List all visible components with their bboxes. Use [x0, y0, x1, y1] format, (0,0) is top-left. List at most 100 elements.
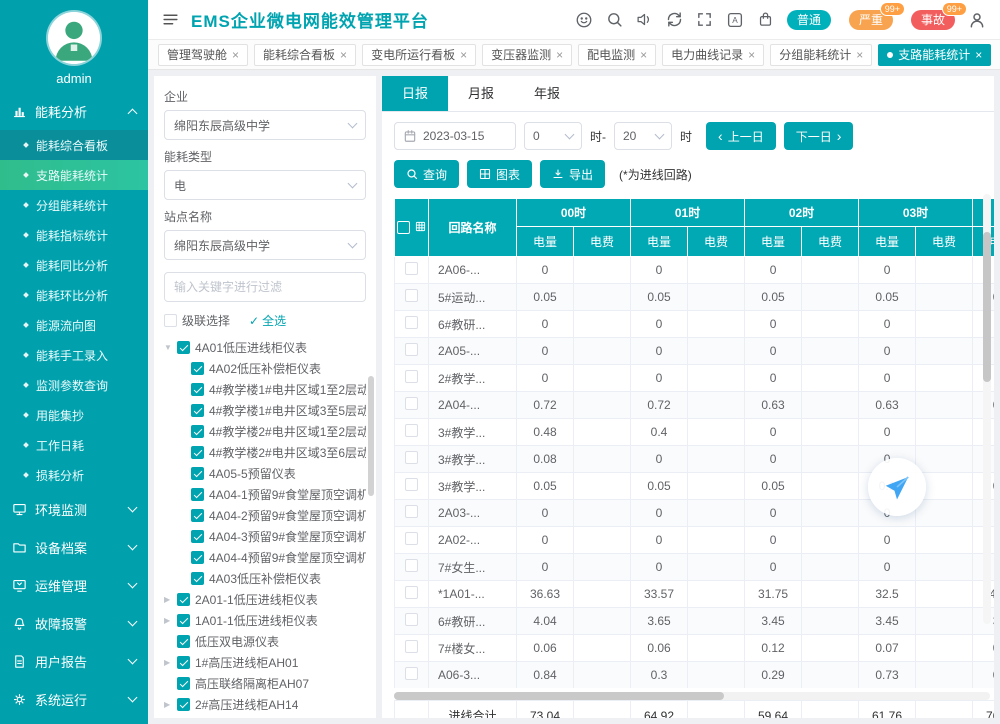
- tree-node[interactable]: 4A04-3预留9#食堂屋顶空调机组仪表: [164, 526, 366, 547]
- sidebar-item[interactable]: 能耗同比分析: [0, 250, 148, 280]
- table-row[interactable]: 3#教学...0.480.4000: [395, 419, 995, 446]
- tree-node[interactable]: ▶1A01-1低压进线柜仪表: [164, 610, 366, 631]
- tree-node[interactable]: ▶2A01-1低压进线柜仪表: [164, 589, 366, 610]
- date-picker[interactable]: 2023-03-15: [394, 122, 516, 150]
- tab-close-icon[interactable]: ×: [856, 48, 863, 62]
- tree-checkbox[interactable]: [191, 530, 204, 543]
- sub-column-header[interactable]: 电量: [745, 227, 802, 257]
- sidebar-item[interactable]: 用能集抄: [0, 400, 148, 430]
- tab-close-icon[interactable]: ×: [640, 48, 647, 62]
- tree-checkbox[interactable]: [177, 614, 190, 627]
- caret-down-icon[interactable]: ▼: [164, 343, 177, 352]
- filter-panel-scrollbar[interactable]: [368, 376, 374, 716]
- report-tab[interactable]: 年报: [514, 76, 580, 111]
- table-row[interactable]: A06-3...0.840.30.290.730.7: [395, 662, 995, 689]
- horizontal-scrollbar[interactable]: [394, 692, 990, 700]
- tree-checkbox[interactable]: [177, 341, 190, 354]
- sub-column-header[interactable]: 电量: [631, 227, 688, 257]
- row-checkbox[interactable]: [405, 397, 418, 410]
- sidebar-section[interactable]: 能耗分析: [0, 92, 148, 130]
- row-checkbox[interactable]: [405, 505, 418, 518]
- caret-right-icon[interactable]: ▶: [164, 595, 177, 604]
- query-button[interactable]: 查询: [394, 160, 459, 188]
- user-icon[interactable]: [968, 11, 986, 29]
- tree-node[interactable]: 4A02低压补偿柜仪表: [164, 358, 366, 379]
- tree-checkbox[interactable]: [191, 362, 204, 375]
- sidebar-item[interactable]: 支路能耗统计: [0, 160, 148, 190]
- prev-day-button[interactable]: ‹ 上一日: [706, 122, 776, 150]
- caret-right-icon[interactable]: ▶: [164, 658, 177, 667]
- sub-column-header[interactable]: 电费: [574, 227, 631, 257]
- table-row[interactable]: 7#楼女...0.060.060.120.070.0: [395, 635, 995, 662]
- table-row[interactable]: 2A05-...00000: [395, 338, 995, 365]
- row-checkbox[interactable]: [405, 289, 418, 302]
- row-checkbox[interactable]: [405, 343, 418, 356]
- volume-icon[interactable]: [636, 11, 653, 28]
- tree-checkbox[interactable]: [177, 677, 190, 690]
- row-checkbox[interactable]: [405, 667, 418, 680]
- sidebar-item[interactable]: 工作日耗: [0, 430, 148, 460]
- tree-node[interactable]: 低压双电源仪表: [164, 631, 366, 652]
- hour-group-header[interactable]: 01时: [631, 199, 745, 227]
- hour-to-select[interactable]: 20: [614, 122, 672, 150]
- sub-column-header[interactable]: 电费: [916, 227, 973, 257]
- row-checkbox[interactable]: [405, 532, 418, 545]
- nav-tab[interactable]: 电力曲线记录×: [662, 44, 764, 66]
- tree-checkbox[interactable]: [191, 383, 204, 396]
- cascade-checkbox[interactable]: [164, 314, 177, 327]
- table-row[interactable]: *1A01-...36.6333.5731.7532.540.1: [395, 581, 995, 608]
- chart-button[interactable]: 图表: [467, 160, 532, 188]
- sidebar-item[interactable]: 能耗指标统计: [0, 220, 148, 250]
- tree-checkbox[interactable]: [177, 656, 190, 669]
- nav-tab[interactable]: 能耗综合看板×: [254, 44, 356, 66]
- row-checkbox[interactable]: [405, 424, 418, 437]
- gift-bag-icon[interactable]: [757, 11, 774, 28]
- tab-close-icon[interactable]: ×: [748, 48, 755, 62]
- sidebar-section[interactable]: 设备档案: [0, 528, 148, 566]
- tree-node[interactable]: 4A03低压补偿柜仪表: [164, 568, 366, 589]
- report-tab[interactable]: 日报: [382, 76, 448, 111]
- sidebar-item[interactable]: 能耗环比分析: [0, 280, 148, 310]
- sidebar-item[interactable]: 损耗分析: [0, 460, 148, 490]
- alert-badge[interactable]: 普通: [787, 10, 831, 30]
- tree-checkbox[interactable]: [177, 593, 190, 606]
- table-row[interactable]: 6#教研...4.043.653.453.453.4: [395, 608, 995, 635]
- tree-node[interactable]: ▼4A01低压进线柜仪表: [164, 337, 366, 358]
- alert-badge[interactable]: 严重99+: [849, 10, 893, 30]
- alert-badge[interactable]: 事故99+: [911, 10, 955, 30]
- scrollbar-thumb[interactable]: [983, 232, 991, 382]
- caret-right-icon[interactable]: ▶: [164, 700, 177, 709]
- tree-node[interactable]: ▶1#高压进线柜AH01操显: [164, 715, 366, 718]
- tree-node[interactable]: 4A05-5预留仪表: [164, 463, 366, 484]
- translate-icon[interactable]: A: [726, 11, 744, 29]
- sidebar-section[interactable]: 环境监测: [0, 490, 148, 528]
- row-checkbox[interactable]: [405, 559, 418, 572]
- site-select[interactable]: 绵阳东辰高级中学: [164, 230, 366, 260]
- avatar[interactable]: [48, 12, 100, 64]
- tab-close-icon[interactable]: ×: [556, 48, 563, 62]
- tab-close-icon[interactable]: ×: [975, 48, 982, 62]
- tree-node[interactable]: 4#教学楼1#电井区域3至5层动力仪表: [164, 400, 366, 421]
- select-all-link[interactable]: ✓ 全选: [249, 312, 286, 329]
- sub-column-header[interactable]: 电量: [517, 227, 574, 257]
- vertical-scrollbar[interactable]: [983, 194, 991, 624]
- table-row[interactable]: 5#运动...0.050.050.050.050.0: [395, 284, 995, 311]
- row-checkbox[interactable]: [405, 478, 418, 491]
- table-row[interactable]: 2#教学...00000: [395, 365, 995, 392]
- sidebar-item[interactable]: 监测参数查询: [0, 370, 148, 400]
- sidebar-section[interactable]: 系统运行: [0, 680, 148, 718]
- company-select[interactable]: 绵阳东辰高级中学: [164, 110, 366, 140]
- search-icon[interactable]: [606, 11, 623, 28]
- row-checkbox[interactable]: [405, 370, 418, 383]
- energy-type-select[interactable]: 电: [164, 170, 366, 200]
- tree-node[interactable]: ▶1#高压进线柜AH01: [164, 652, 366, 673]
- refresh-icon[interactable]: [666, 11, 683, 28]
- tree-node[interactable]: 4#教学楼2#电井区域3至6层动力仪表: [164, 442, 366, 463]
- row-checkbox[interactable]: [405, 451, 418, 464]
- sidebar-item[interactable]: 分组能耗统计: [0, 190, 148, 220]
- sidebar-section[interactable]: 运维管理: [0, 566, 148, 604]
- scrollbar-thumb[interactable]: [368, 376, 374, 496]
- nav-tab[interactable]: 支路能耗统计×: [878, 44, 991, 66]
- fullscreen-icon[interactable]: [696, 11, 713, 28]
- sub-column-header[interactable]: 电费: [802, 227, 859, 257]
